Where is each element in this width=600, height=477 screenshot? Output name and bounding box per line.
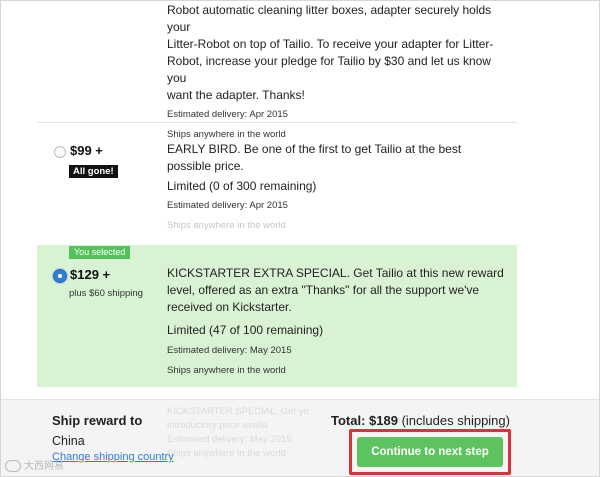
pledge-page: Robot automatic cleaning litter boxes, a… <box>0 0 600 477</box>
change-shipping-country-link[interactable]: Change shipping country <box>52 451 174 463</box>
selected-reward-delivery: Estimated delivery: May 2015 <box>167 345 292 356</box>
next-reward-preview: KICKSTARTER SPECIAL. Get yo introductory… <box>167 405 337 461</box>
continue-button[interactable]: Continue to next step <box>357 437 503 467</box>
selected-reward-limited: Limited (47 of 100 remaining) <box>167 323 324 337</box>
selected-reward-description: KICKSTARTER EXTRA SPECIAL. Get Tailio at… <box>167 266 504 314</box>
selected-reward-shipping: plus $60 shipping <box>69 288 143 299</box>
early-bird-delivery: Estimated delivery: Apr 2015 <box>167 200 288 211</box>
partial-reward-line: want the adapter. Thanks! <box>167 88 305 102</box>
partial-reward-line: Robot automatic cleaning litter boxes, a… <box>167 3 492 34</box>
partial-reward-line: Litter-Robot on top of Tailio. To receiv… <box>167 37 494 51</box>
you-selected-tag: You selected <box>69 246 131 259</box>
reward-divider <box>37 122 517 123</box>
preview-line: introductory price availa <box>167 420 268 431</box>
early-bird-details: EARLY BIRD. Be one of the first to get T… <box>167 141 507 234</box>
total-label: Total: $189 <box>331 413 398 428</box>
selected-reward-radio[interactable] <box>53 269 67 283</box>
total-note: (includes shipping) <box>401 413 510 428</box>
partial-reward-line: Robot, increase your pledge for Tailio b… <box>167 54 491 85</box>
early-bird-radio <box>54 146 66 158</box>
preview-line: Ships anywhere in the world <box>167 448 286 459</box>
ship-country: China <box>52 434 85 448</box>
early-bird-price: $99 + <box>70 143 103 158</box>
watermark: 大西网易 <box>5 457 64 473</box>
selected-reward-price: $129 + <box>70 267 111 282</box>
total-amount: Total: $189 (includes shipping) <box>331 413 510 428</box>
preview-line: Estimated delivery: May 2015 <box>167 434 292 445</box>
selected-reward-details: KICKSTARTER EXTRA SPECIAL. Get Tailio at… <box>167 265 507 379</box>
early-bird-limited: Limited (0 of 300 remaining) <box>167 179 317 193</box>
early-bird-ships: Ships anywhere in the world <box>167 220 286 231</box>
ship-reward-title: Ship reward to <box>52 413 143 428</box>
early-bird-description: EARLY BIRD. Be one of the first to get T… <box>167 142 462 173</box>
continue-highlight: Continue to next step <box>349 429 511 475</box>
partial-reward-delivery: Estimated delivery: Apr 2015 <box>167 109 288 120</box>
camera-icon <box>5 460 21 473</box>
preview-line: KICKSTARTER SPECIAL. Get yo <box>167 406 309 417</box>
selected-reward-ships: Ships anywhere in the world <box>167 365 286 376</box>
all-gone-badge: All gone! <box>69 165 118 178</box>
watermark-text: 大西网易 <box>24 461 64 472</box>
